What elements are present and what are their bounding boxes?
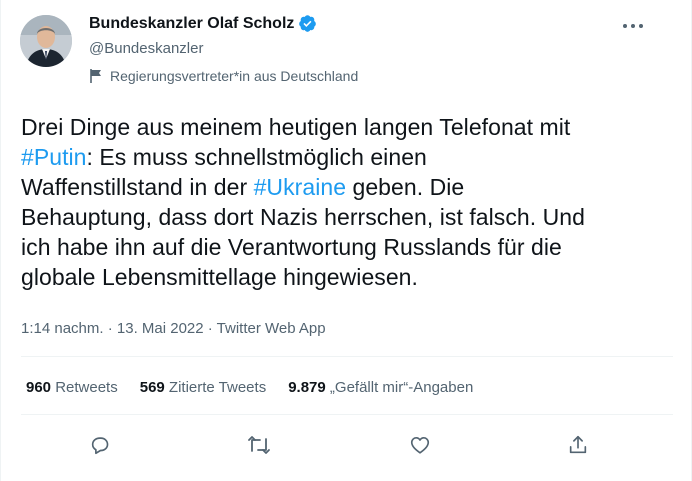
share-icon[interactable] <box>561 428 595 462</box>
tweet-text-segment: geben. Die <box>346 174 465 200</box>
reply-icon[interactable] <box>83 428 117 462</box>
more-options-icon[interactable] <box>615 14 651 38</box>
tweet-stats: 960 Retweets 569 Zitierte Tweets 9.879 „… <box>26 379 495 396</box>
retweets-count: 960 <box>26 379 52 396</box>
tweet-line: #Putin: Es muss schnellstmöglich einen <box>21 142 681 172</box>
tweet-timestamp[interactable]: 1:14 nachm. · 13. Mai 2022 · Twitter Web… <box>21 320 326 337</box>
tweet-line: Drei Dinge aus meinem heutigen langen Te… <box>21 114 571 140</box>
hashtag-putin-link[interactable]: #Putin <box>21 144 87 170</box>
author-display-name[interactable]: Bundeskanzler Olaf Scholz <box>89 15 294 33</box>
tweet-line: Behauptung, dass dort Nazis herrschen, i… <box>21 204 585 230</box>
quote-tweets-stat[interactable]: 569 Zitierte Tweets <box>140 379 266 396</box>
divider <box>21 356 673 357</box>
retweets-label: Retweets <box>51 379 118 396</box>
like-icon[interactable] <box>403 428 437 462</box>
verified-badge-icon <box>298 14 317 33</box>
avatar[interactable] <box>20 15 72 67</box>
tweet-text-segment: Waffenstillstand in der <box>21 174 254 200</box>
government-label-text: Regierungsvertreter*in aus Deutschland <box>110 68 359 84</box>
tweet-card: Bundeskanzler Olaf Scholz @Bundeskanzler… <box>0 0 692 481</box>
quote-tweets-label: Zitierte Tweets <box>164 379 267 396</box>
avatar-image <box>20 15 72 67</box>
tweet-text-segment: : Es muss schnellstmöglich einen <box>86 144 427 170</box>
author-handle[interactable]: @Bundeskanzler <box>89 40 203 57</box>
retweets-stat[interactable]: 960 Retweets <box>26 379 118 396</box>
likes-stat[interactable]: 9.879 „Gefällt mir“-Angaben <box>288 379 473 396</box>
divider <box>21 414 673 415</box>
author-name-row[interactable]: Bundeskanzler Olaf Scholz <box>89 14 317 33</box>
tweet-text: Drei Dinge aus meinem heutigen langen Te… <box>21 112 681 292</box>
retweet-icon[interactable] <box>242 428 276 462</box>
government-label[interactable]: Regierungsvertreter*in aus Deutschland <box>89 68 358 84</box>
likes-label: „Gefällt mir“-Angaben <box>325 379 474 396</box>
flag-icon <box>89 68 103 84</box>
tweet-line: globale Lebensmittellage hingewiesen. <box>21 264 418 290</box>
quote-tweets-count: 569 <box>139 379 165 396</box>
tweet-line: Waffenstillstand in der #Ukraine geben. … <box>21 172 681 202</box>
tweet-actions-bar <box>1 428 692 462</box>
hashtag-ukraine-link[interactable]: #Ukraine <box>254 174 346 200</box>
likes-count: 9.879 <box>288 379 326 396</box>
tweet-line: ich habe ihn auf die Verantwortung Russl… <box>21 234 562 260</box>
